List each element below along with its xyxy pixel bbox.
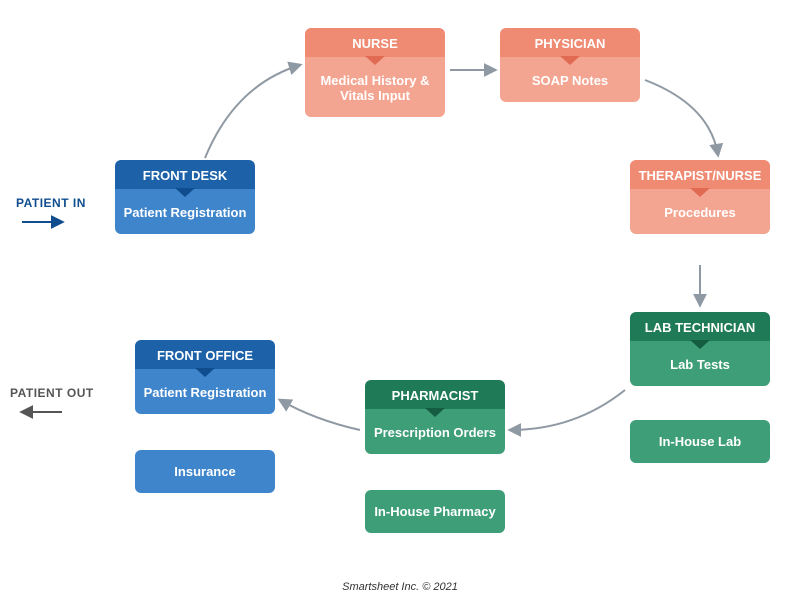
card-in-house-lab: In-House Lab [630, 420, 770, 463]
notch-icon [690, 188, 710, 197]
arrow-labtech-pharmacist [510, 390, 625, 430]
diagram-stage: PATIENT IN PATIENT OUT FRONT DESK Patien… [0, 0, 800, 601]
role-therapist: THERAPIST/NURSE [630, 160, 770, 189]
node-nurse: NURSE Medical History & Vitals Input [305, 28, 445, 117]
role-label: FRONT DESK [143, 168, 228, 183]
notch-icon [365, 56, 385, 65]
role-nurse: NURSE [305, 28, 445, 57]
role-label: PHYSICIAN [535, 36, 606, 51]
notch-icon [690, 340, 710, 349]
role-label: PHARMACIST [392, 388, 479, 403]
node-physician: PHYSICIAN SOAP Notes [500, 28, 640, 102]
notch-icon [425, 408, 445, 417]
role-lab-technician: LAB TECHNICIAN [630, 312, 770, 341]
task-nurse: Medical History & Vitals Input [305, 57, 445, 117]
node-front-desk: FRONT DESK Patient Registration [115, 160, 255, 234]
footer-copyright: Smartsheet Inc. © 2021 [0, 581, 800, 593]
arrow-frontdesk-nurse [205, 65, 300, 158]
node-pharmacist: PHARMACIST Prescription Orders [365, 380, 505, 454]
arrow-physician-therapist [645, 80, 718, 155]
label-patient-in: PATIENT IN [16, 196, 86, 210]
arrow-pharmacist-frontoffice [280, 400, 360, 430]
label-patient-out: PATIENT OUT [10, 386, 94, 400]
role-label: NURSE [352, 36, 398, 51]
notch-icon [175, 188, 195, 197]
card-insurance: Insurance [135, 450, 275, 493]
role-physician: PHYSICIAN [500, 28, 640, 57]
role-pharmacist: PHARMACIST [365, 380, 505, 409]
role-label: LAB TECHNICIAN [645, 320, 756, 335]
notch-icon [195, 368, 215, 377]
card-in-house-pharmacy: In-House Pharmacy [365, 490, 505, 533]
role-front-desk: FRONT DESK [115, 160, 255, 189]
node-lab-technician: LAB TECHNICIAN Lab Tests [630, 312, 770, 386]
role-label: THERAPIST/NURSE [639, 168, 762, 183]
node-front-office: FRONT OFFICE Patient Registration [135, 340, 275, 414]
notch-icon [560, 56, 580, 65]
node-therapist: THERAPIST/NURSE Procedures [630, 160, 770, 234]
role-front-office: FRONT OFFICE [135, 340, 275, 369]
role-label: FRONT OFFICE [157, 348, 253, 363]
